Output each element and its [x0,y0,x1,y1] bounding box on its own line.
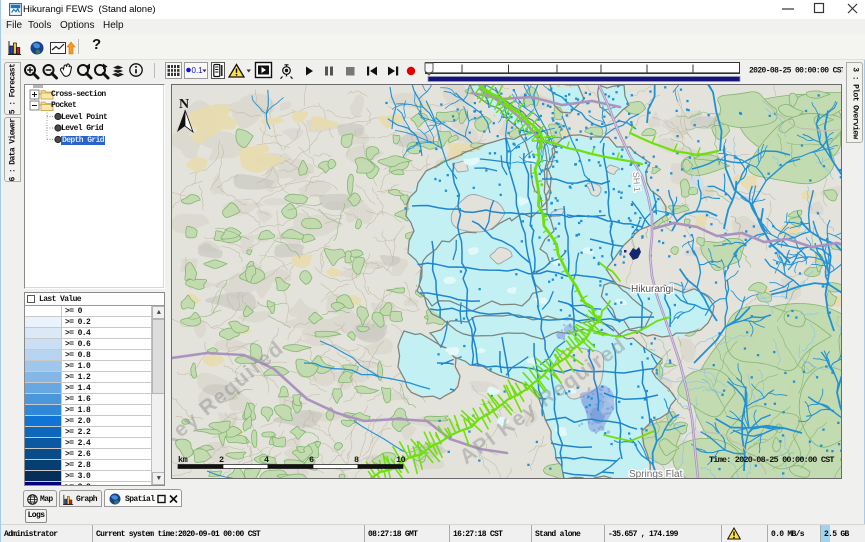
svg-text:2: 2 [219,455,224,465]
svg-text:6: 6 [309,455,314,465]
svg-text:Springs Flat: Springs Flat [629,469,683,479]
svg-text:8: 8 [354,455,359,465]
svg-text:km: km [178,455,188,465]
svg-text:SH 1: SH 1 [631,171,642,192]
svg-text:0.1: 0.1 [192,66,204,75]
svg-text:10: 10 [396,455,406,465]
svg-text:N: N [179,97,189,112]
svg-text:2020-08-25 00:00:00 CST: 2020-08-25 00:00:00 CST [749,67,843,76]
svg-text:Time: 2020-08-25 00:00:00 CST: Time: 2020-08-25 00:00:00 CST [709,455,834,465]
svg-text:4: 4 [264,455,269,465]
svg-text:Hikurangi: Hikurangi [631,284,673,295]
